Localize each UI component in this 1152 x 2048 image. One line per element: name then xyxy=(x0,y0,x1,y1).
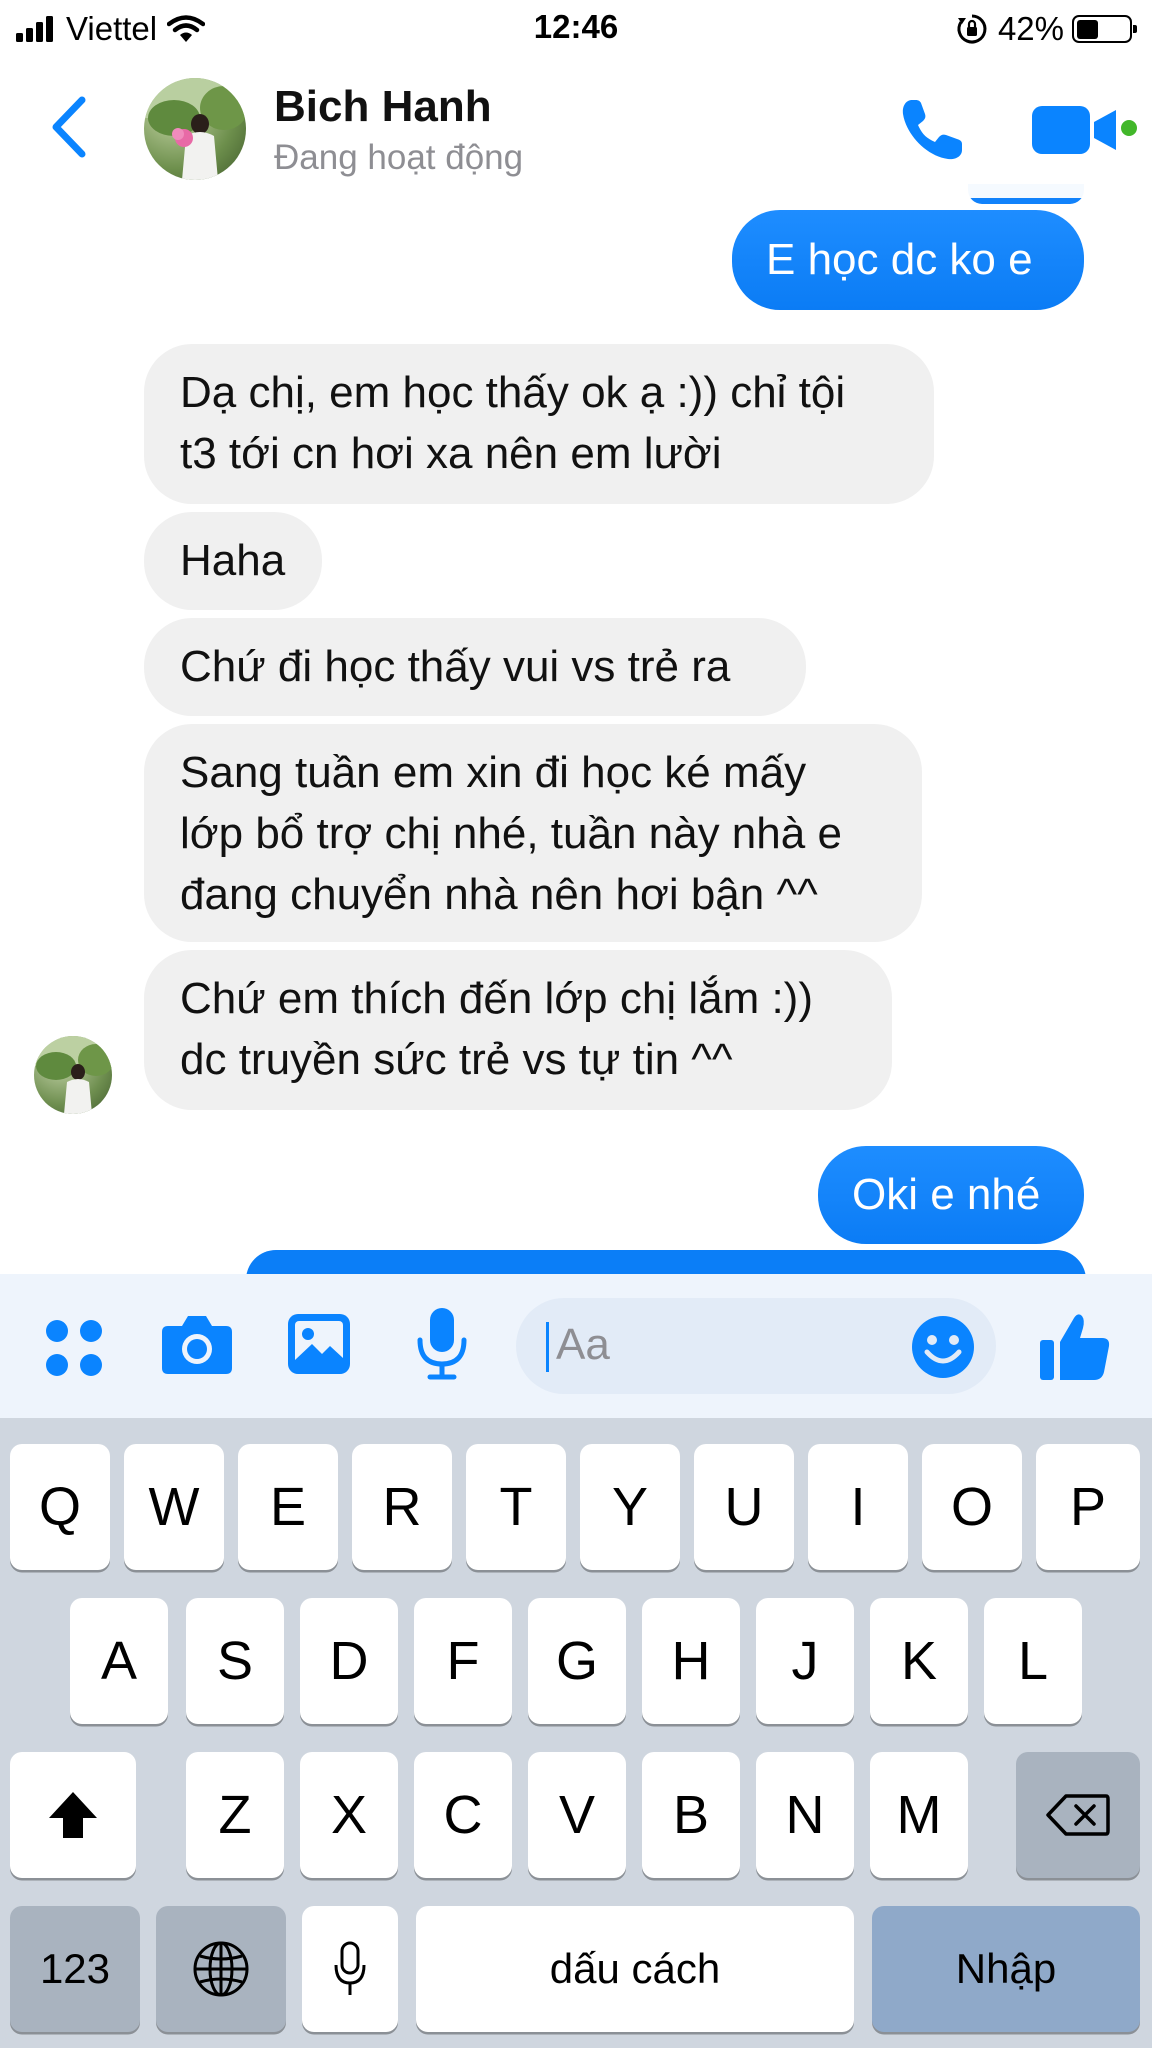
key-e[interactable]: E xyxy=(238,1444,338,1570)
message-bubble-outgoing[interactable]: E học dc ko e xyxy=(732,210,1084,310)
like-icon[interactable] xyxy=(1038,1310,1112,1382)
globe-icon xyxy=(193,1941,249,1997)
status-bar: Viettel 12:46 42% xyxy=(0,0,1152,58)
backspace-key[interactable] xyxy=(1016,1752,1140,1878)
message-text: Sang tuần em xin đi học ké mấy xyxy=(180,748,807,797)
key-t[interactable]: T xyxy=(466,1444,566,1570)
key-v[interactable]: V xyxy=(528,1752,626,1878)
numbers-key[interactable]: 123 xyxy=(10,1906,140,2032)
sender-avatar[interactable] xyxy=(34,1036,112,1114)
key-k[interactable]: K xyxy=(870,1598,968,1724)
key-m[interactable]: M xyxy=(870,1752,968,1878)
key-l[interactable]: L xyxy=(984,1598,1082,1724)
status-right: 42% xyxy=(956,10,1137,48)
conversation-header: Bich Hanh Đang hoạt động xyxy=(0,58,1152,198)
gallery-icon[interactable] xyxy=(286,1312,352,1376)
key-i[interactable]: I xyxy=(808,1444,908,1570)
key-h[interactable]: H xyxy=(642,1598,740,1724)
contact-status: Đang hoạt động xyxy=(274,138,524,177)
battery-percent: 42% xyxy=(997,10,1064,47)
camera-icon[interactable] xyxy=(160,1312,234,1376)
active-status-dot xyxy=(1118,117,1140,139)
message-bubble-incoming[interactable]: Chứ đi học thấy vui vs trẻ ra xyxy=(144,618,806,716)
message-bubble-incoming[interactable]: Haha xyxy=(144,512,322,610)
key-z[interactable]: Z xyxy=(186,1752,284,1878)
message-text: Chứ em thích đến lớp chị lắm :)) xyxy=(180,974,813,1023)
key-u[interactable]: U xyxy=(694,1444,794,1570)
message-input[interactable]: Aa xyxy=(516,1298,996,1394)
message-text: đang chuyển nhà nên hơi bận ^^ xyxy=(180,870,818,919)
text-caret xyxy=(546,1322,549,1372)
key-r[interactable]: R xyxy=(352,1444,452,1570)
emoji-icon[interactable] xyxy=(910,1314,976,1380)
apps-icon[interactable] xyxy=(44,1318,104,1378)
message-text: t3 tới cn hơi xa nên em lười xyxy=(180,429,722,478)
contact-name[interactable]: Bich Hanh xyxy=(274,82,492,132)
enter-key[interactable]: Nhập xyxy=(872,1906,1140,2032)
message-bubble-incoming[interactable]: Sang tuần em xin đi học ké mấy lớp bổ tr… xyxy=(144,724,922,942)
shift-key[interactable] xyxy=(10,1752,136,1878)
message-text: Chứ đi học thấy vui vs trẻ ra xyxy=(180,642,731,691)
space-key[interactable]: dấu cách xyxy=(416,1906,854,2032)
keyboard: Q W E R T Y U I O P A S D F G H J K L Z … xyxy=(0,1418,1152,2048)
globe-key[interactable] xyxy=(156,1906,286,2032)
phone-icon[interactable] xyxy=(896,94,968,166)
back-icon[interactable] xyxy=(44,92,94,162)
message-text: E học dc ko e xyxy=(766,235,1033,284)
message-text: lớp bổ trợ chị nhé, tuần này nhà e xyxy=(180,809,842,858)
message-text: Dạ chị, em học thấy ok ạ :)) chỉ tội xyxy=(180,368,846,417)
key-q[interactable]: Q xyxy=(10,1444,110,1570)
message-text: Haha xyxy=(180,536,286,585)
message-bubble-incoming[interactable]: Dạ chị, em học thấy ok ạ :)) chỉ tội t3 … xyxy=(144,344,934,504)
message-bubble-incoming[interactable]: Chứ em thích đến lớp chị lắm :)) dc truy… xyxy=(144,950,892,1110)
message-bubble-outgoing[interactable]: Oki e nhé xyxy=(818,1146,1084,1244)
message-input-placeholder: Aa xyxy=(556,1320,610,1369)
backspace-icon xyxy=(1046,1794,1110,1836)
microphone-icon[interactable] xyxy=(414,1306,470,1382)
message-text: Oki e nhé xyxy=(852,1170,1041,1219)
key-n[interactable]: N xyxy=(756,1752,854,1878)
microphone-icon xyxy=(334,1941,366,1995)
key-o[interactable]: O xyxy=(922,1444,1022,1570)
key-a[interactable]: A xyxy=(70,1598,168,1724)
shift-icon xyxy=(49,1792,97,1838)
key-d[interactable]: D xyxy=(300,1598,398,1724)
key-s[interactable]: S xyxy=(186,1598,284,1724)
avatar[interactable] xyxy=(144,78,246,180)
message-composer: Aa xyxy=(0,1274,1152,1418)
key-p[interactable]: P xyxy=(1036,1444,1140,1570)
dictation-key[interactable] xyxy=(302,1906,398,2032)
key-b[interactable]: B xyxy=(642,1752,740,1878)
video-call-icon[interactable] xyxy=(1030,102,1120,158)
key-j[interactable]: J xyxy=(756,1598,854,1724)
key-c[interactable]: C xyxy=(414,1752,512,1878)
key-g[interactable]: G xyxy=(528,1598,626,1724)
key-f[interactable]: F xyxy=(414,1598,512,1724)
orientation-lock-icon xyxy=(957,14,987,44)
key-x[interactable]: X xyxy=(300,1752,398,1878)
key-w[interactable]: W xyxy=(124,1444,224,1570)
battery-icon xyxy=(1072,15,1137,43)
key-y[interactable]: Y xyxy=(580,1444,680,1570)
message-text: dc truyền sức trẻ vs tự tin ^^ xyxy=(180,1035,733,1084)
